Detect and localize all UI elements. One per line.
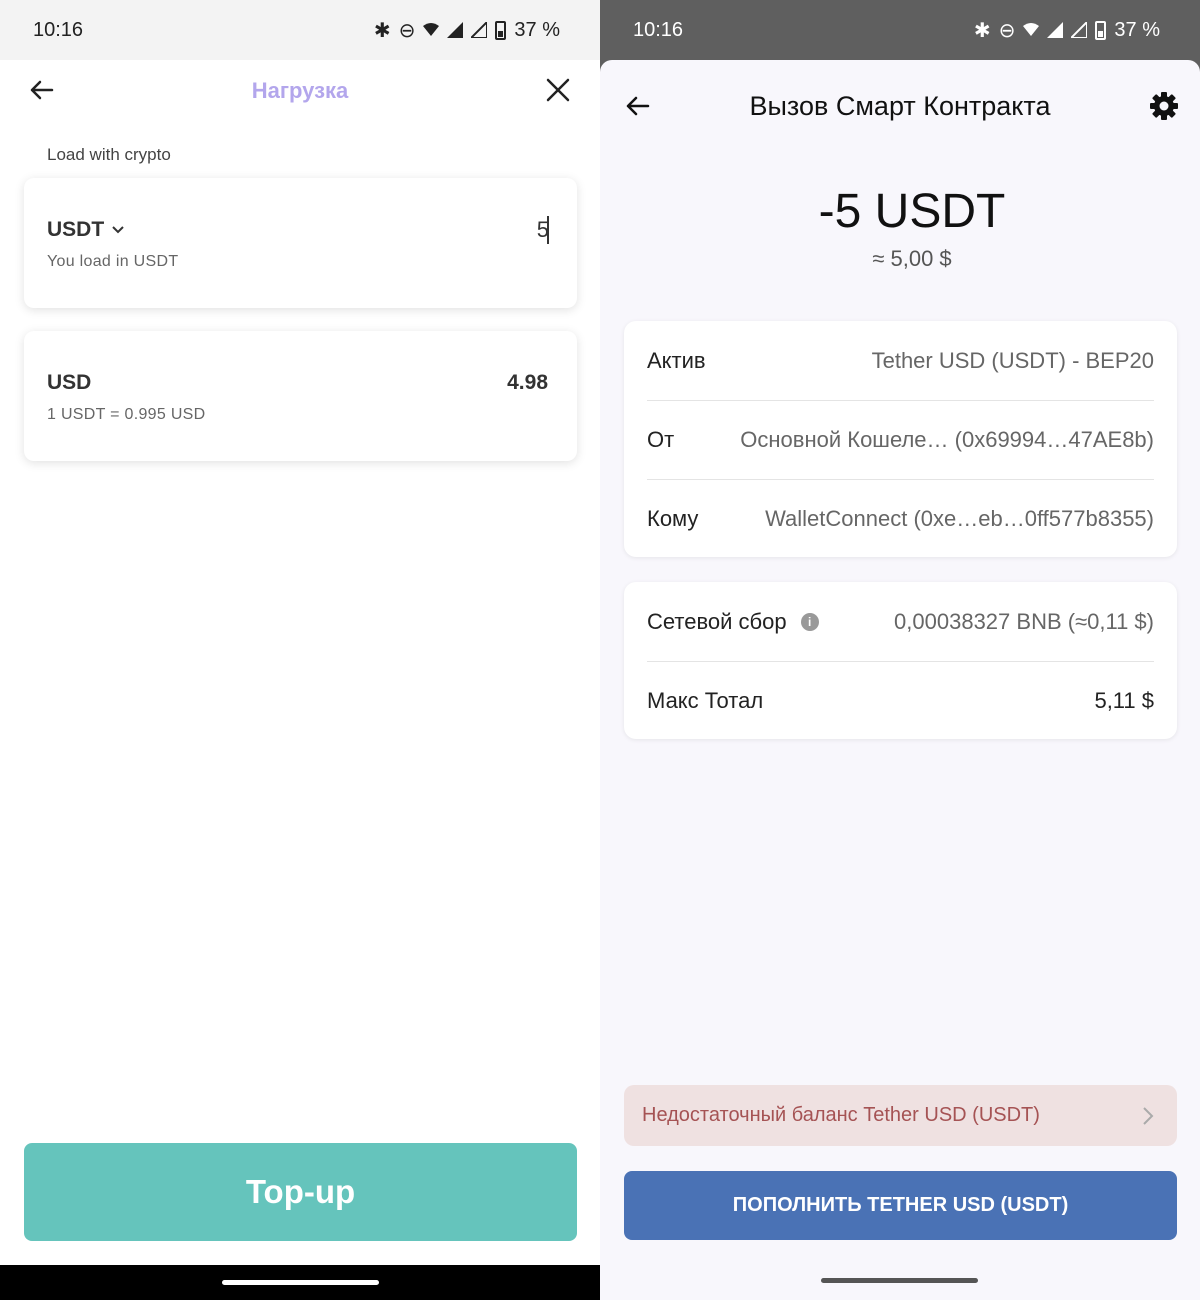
insufficient-balance-banner[interactable]: Недостаточный баланс Tether USD (USDT) bbox=[624, 1085, 1177, 1146]
fee-value: 5,11 $ bbox=[1094, 688, 1154, 713]
status-time: 10:16 bbox=[33, 18, 84, 41]
signal-icon bbox=[1071, 22, 1088, 38]
battery-percent: 37 % bbox=[514, 18, 560, 41]
close-icon[interactable] bbox=[542, 74, 574, 106]
receive-currency: USD bbox=[47, 371, 92, 394]
transfer-amount-fiat: ≈ 5,00 $ bbox=[872, 246, 952, 271]
do-not-disturb-icon: ⊖ bbox=[998, 19, 1016, 42]
detail-label: Кому bbox=[647, 506, 699, 531]
home-gesture-pill[interactable] bbox=[821, 1278, 978, 1283]
fee-label: Макс Тотал bbox=[647, 688, 764, 713]
fee-label: Сетевой сбор i bbox=[647, 609, 819, 635]
do-not-disturb-icon: ⊖ bbox=[398, 19, 416, 42]
detail-row-asset: Актив Tether USD (USDT) - BEP20 bbox=[647, 321, 1154, 400]
warning-text: Недостаточный баланс Tether USD (USDT) bbox=[642, 1104, 1040, 1126]
chevron-right-icon bbox=[1143, 1106, 1154, 1125]
detail-value: Tether USD (USDT) - BEP20 bbox=[871, 347, 1154, 373]
bluetooth-icon: ✱ bbox=[973, 19, 991, 42]
battery-icon bbox=[1095, 20, 1107, 40]
transfer-amount: -5 USDT bbox=[818, 185, 1006, 238]
detail-value: Основной Кошеле… (0x69994…47AE8b) bbox=[740, 427, 1154, 452]
detail-label: От bbox=[647, 427, 675, 452]
detail-label: Актив bbox=[647, 347, 706, 373]
exchange-rate: 1 USDT = 0.995 USD bbox=[47, 406, 206, 423]
info-icon[interactable]: i bbox=[800, 612, 819, 631]
signal-icon bbox=[447, 22, 464, 38]
status-icons: ✱ ⊖ 37 % bbox=[374, 18, 560, 43]
currency-code: USDT bbox=[47, 218, 105, 241]
receive-value: 4.98 bbox=[507, 371, 548, 394]
receive-amount-card: USD 1 USDT = 0.995 USD 4.98 bbox=[24, 331, 577, 461]
currency-selector[interactable]: USDT bbox=[47, 218, 126, 242]
left-screen: 10:16 ✱ ⊖ 37 % Нагрузка Load with crypto… bbox=[0, 0, 600, 1300]
wifi-icon bbox=[1023, 23, 1040, 36]
navigation-bar bbox=[0, 1265, 600, 1300]
fee-value: 0,00038327 BNB (≈0,11 $) bbox=[894, 608, 1154, 634]
right-screen: 10:16 ✱ ⊖ 37 % Вызов Смарт Контракта -5 … bbox=[600, 0, 1200, 1300]
gear-icon[interactable] bbox=[1148, 90, 1180, 122]
battery-icon bbox=[495, 20, 507, 40]
pay-amount-card: USDT You load in USDT 5 bbox=[24, 178, 577, 308]
status-icons: ✱ ⊖ 37 % bbox=[974, 18, 1160, 43]
contract-call-sheet: Вызов Смарт Контракта -5 USDT ≈ 5,00 $ А… bbox=[600, 60, 1200, 1300]
amount-input[interactable]: 5 bbox=[537, 216, 549, 244]
fee-row-network: Сетевой сбор i 0,00038327 BNB (≈0,11 $) bbox=[647, 582, 1154, 661]
top-up-button[interactable]: Top-up bbox=[24, 1143, 577, 1241]
fee-label-text: Сетевой сбор bbox=[647, 608, 787, 634]
page-title: Нагрузка bbox=[251, 78, 349, 103]
signal-icon bbox=[471, 22, 488, 38]
chevron-down-icon bbox=[112, 226, 124, 234]
text-caret bbox=[547, 216, 549, 244]
top-up-asset-button[interactable]: ПОПОЛНИТЬ TETHER USD (USDT) bbox=[624, 1171, 1177, 1240]
signal-icon bbox=[1047, 22, 1064, 38]
wifi-icon bbox=[423, 23, 440, 36]
detail-row-from: От Основной Кошеле… (0x69994…47AE8b) bbox=[647, 400, 1154, 479]
status-bar: 10:16 ✱ ⊖ 37 % bbox=[600, 0, 1200, 60]
top-bar: Вызов Смарт Контракта bbox=[600, 60, 1200, 154]
home-gesture-pill[interactable] bbox=[222, 1280, 379, 1285]
page-title: Вызов Смарт Контракта bbox=[749, 91, 1051, 121]
fee-row-max-total: Макс Тотал 5,11 $ bbox=[647, 661, 1154, 740]
fee-summary-card: Сетевой сбор i 0,00038327 BNB (≈0,11 $) … bbox=[624, 582, 1177, 739]
detail-row-to: Кому WalletConnect (0xe…eb…0ff577b8355) bbox=[647, 479, 1154, 558]
detail-value: WalletConnect (0xe…eb…0ff577b8355) bbox=[765, 506, 1154, 531]
bluetooth-icon: ✱ bbox=[373, 19, 391, 42]
currency-hint: You load in USDT bbox=[47, 253, 179, 270]
top-bar: Нагрузка bbox=[0, 60, 600, 122]
section-label: Load with crypto bbox=[47, 145, 171, 164]
battery-percent: 37 % bbox=[1114, 18, 1160, 41]
transaction-details-card: Актив Tether USD (USDT) - BEP20 От Основ… bbox=[624, 321, 1177, 557]
status-bar: 10:16 ✱ ⊖ 37 % bbox=[0, 0, 600, 60]
status-time: 10:16 bbox=[633, 18, 684, 41]
